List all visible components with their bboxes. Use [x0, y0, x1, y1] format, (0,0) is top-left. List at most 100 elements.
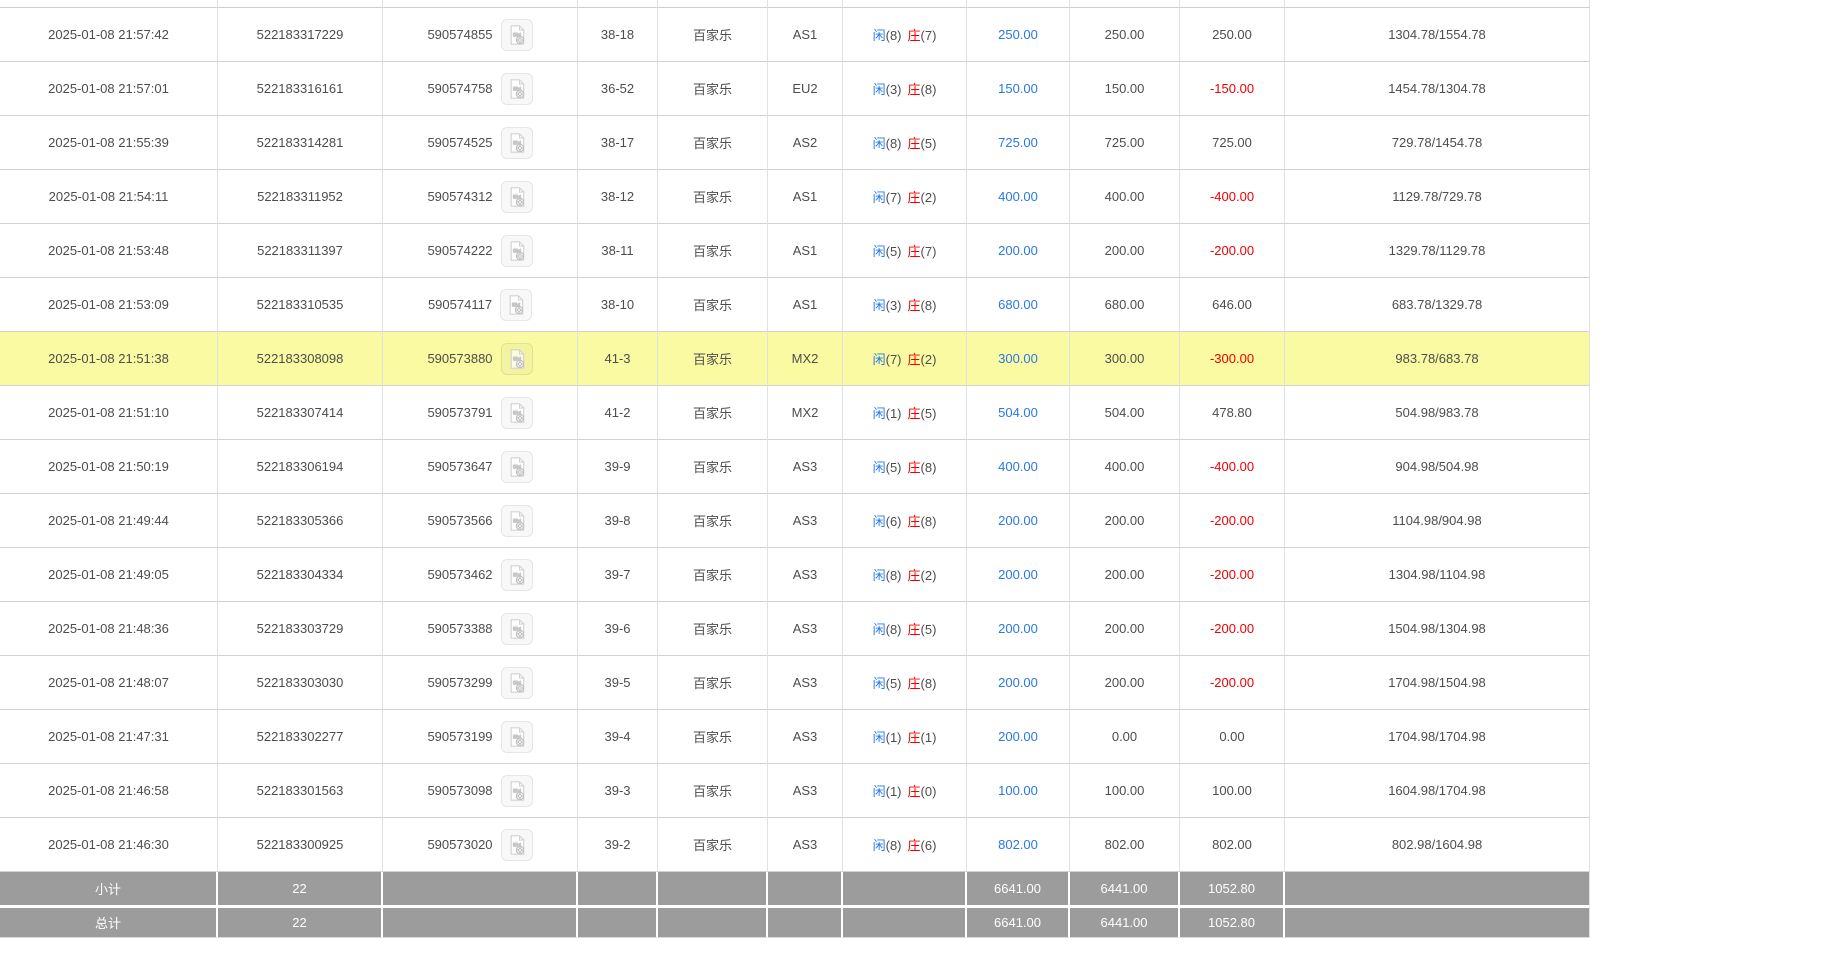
table-row[interactable]: 2025-01-08 21:47:31 522183302277 5905731… [0, 710, 1590, 764]
cell-valid-bet: 200.00 [1070, 656, 1180, 710]
player-points: (3) [886, 82, 902, 97]
table-row[interactable]: 2025-01-08 21:54:11 522183311952 5905743… [0, 170, 1590, 224]
banker-points: (5) [921, 622, 937, 637]
cell-table-code: AS3 [768, 494, 843, 548]
video-file-icon[interactable] [501, 559, 533, 591]
cell-result: 闲(8)庄(5) [843, 602, 967, 656]
banker-label: 庄 [908, 568, 921, 583]
table-row[interactable]: 2025-01-08 21:46:58 522183301563 5905730… [0, 764, 1590, 818]
video-file-icon[interactable] [501, 829, 533, 861]
table-row[interactable]: 2025-01-08 21:50:19 522183306194 5905736… [0, 440, 1590, 494]
video-file-icon[interactable] [501, 667, 533, 699]
table-row[interactable]: 2025-01-08 21:57:01 522183316161 5905747… [0, 62, 1590, 116]
cell-bet-time: 2025-01-08 21:57:42 [0, 8, 218, 62]
cell-valid-bet: 725.00 [1070, 116, 1180, 170]
video-file-icon[interactable] [501, 19, 533, 51]
cell-result: 闲(8)庄(2) [843, 548, 967, 602]
bet-amount-link[interactable]: 200.00 [998, 243, 1038, 258]
table-row[interactable]: 2025-01-08 21:48:07 522183303030 5905732… [0, 656, 1590, 710]
cell-bet-amount: 400.00 [967, 170, 1070, 224]
video-file-icon[interactable] [501, 451, 533, 483]
table-row[interactable]: 2025-01-08 21:51:38 522183308098 5905738… [0, 332, 1590, 386]
table-row[interactable]: 2025-01-08 21:53:48 522183311397 5905742… [0, 224, 1590, 278]
cell-round: 39-6 [578, 602, 658, 656]
banker-label: 庄 [908, 406, 921, 421]
video-file-icon[interactable] [500, 289, 532, 321]
cell-round: 38-18 [578, 8, 658, 62]
cell-result: 闲(6)庄(8) [843, 494, 967, 548]
bet-amount-link[interactable]: 400.00 [998, 189, 1038, 204]
player-points: (1) [886, 406, 902, 421]
video-file-icon[interactable] [501, 721, 533, 753]
cell-game-name: 百家乐 [658, 602, 768, 656]
cell-round: 39-9 [578, 440, 658, 494]
banker-label: 庄 [908, 82, 921, 97]
bet-amount-link[interactable]: 802.00 [998, 837, 1038, 852]
empty-cell [1285, 905, 1590, 938]
bet-amount-link[interactable]: 200.00 [998, 567, 1038, 582]
video-file-icon[interactable] [501, 181, 533, 213]
cell-result: 闲(1)庄(5) [843, 386, 967, 440]
bet-amount-link[interactable]: 725.00 [998, 135, 1038, 150]
banker-label: 庄 [908, 28, 921, 43]
banker-label: 庄 [908, 460, 921, 475]
banker-label: 庄 [908, 784, 921, 799]
cell-order-id: 522183311397 [218, 224, 383, 278]
banker-points: (7) [921, 244, 937, 259]
table-row[interactable]: 2025-01-08 21:55:39 522183314281 5905745… [0, 116, 1590, 170]
table-row[interactable]: 2025-01-08 21:49:44 522183305366 5905735… [0, 494, 1590, 548]
bet-records-table: 2025-01-08 21:57:42 522183317229 5905748… [0, 0, 1590, 938]
bet-amount-link[interactable]: 100.00 [998, 783, 1038, 798]
cell-order-id: 522183300925 [218, 818, 383, 872]
player-points: (8) [886, 568, 902, 583]
bet-amount-link[interactable]: 200.00 [998, 729, 1038, 744]
cell-result: 闲(3)庄(8) [843, 62, 967, 116]
bet-amount-link[interactable]: 200.00 [998, 513, 1038, 528]
game-id-text: 590573299 [427, 675, 492, 690]
cell-result: 闲(5)庄(8) [843, 440, 967, 494]
table-row[interactable]: 2025-01-08 21:48:36 522183303729 5905733… [0, 602, 1590, 656]
bet-amount-link[interactable]: 680.00 [998, 297, 1038, 312]
cell-game-name: 百家乐 [658, 656, 768, 710]
cell-bet-time: 2025-01-08 21:51:38 [0, 332, 218, 386]
cell-valid-bet: 200.00 [1070, 224, 1180, 278]
game-id-text: 590573880 [427, 351, 492, 366]
video-file-icon[interactable] [501, 397, 533, 429]
table-row[interactable]: 2025-01-08 21:49:05 522183304334 5905734… [0, 548, 1590, 602]
empty-cell [1285, 872, 1590, 905]
video-file-icon[interactable] [501, 127, 533, 159]
banker-label: 庄 [908, 136, 921, 151]
cell-table-code: EU2 [768, 62, 843, 116]
bet-amount-link[interactable]: 300.00 [998, 351, 1038, 366]
bet-amount-link[interactable]: 150.00 [998, 81, 1038, 96]
cell-bet-amount: 150.00 [967, 62, 1070, 116]
player-label: 闲 [873, 298, 886, 313]
bet-amount-link[interactable]: 200.00 [998, 621, 1038, 636]
video-file-icon[interactable] [501, 775, 533, 807]
bet-amount-link[interactable]: 504.00 [998, 405, 1038, 420]
table-row[interactable]: 2025-01-08 21:46:30 522183300925 5905730… [0, 818, 1590, 872]
table-row[interactable]: 2025-01-08 21:51:10 522183307414 5905737… [0, 386, 1590, 440]
cell-bet-time: 2025-01-08 21:54:11 [0, 170, 218, 224]
cell-bet-amount: 200.00 [967, 224, 1070, 278]
video-file-icon[interactable] [501, 505, 533, 537]
video-file-icon[interactable] [501, 343, 533, 375]
video-file-icon[interactable] [501, 73, 533, 105]
cell-winloss: 802.00 [1180, 818, 1285, 872]
cell-winloss: -400.00 [1180, 440, 1285, 494]
cell-winloss: 0.00 [1180, 710, 1285, 764]
cell-bet-amount: 200.00 [967, 494, 1070, 548]
table-row[interactable]: 2025-01-08 21:53:09 522183310535 5905741… [0, 278, 1590, 332]
cell-balance: 504.98/983.78 [1285, 386, 1590, 440]
banker-points: (1) [921, 730, 937, 745]
table-body: 2025-01-08 21:57:42 522183317229 5905748… [0, 0, 1590, 938]
player-points: (5) [886, 244, 902, 259]
cell-balance: 1304.78/1554.78 [1285, 8, 1590, 62]
cell-balance: 802.98/1604.98 [1285, 818, 1590, 872]
bet-amount-link[interactable]: 250.00 [998, 27, 1038, 42]
bet-amount-link[interactable]: 400.00 [998, 459, 1038, 474]
video-file-icon[interactable] [501, 235, 533, 267]
table-row[interactable]: 2025-01-08 21:57:42 522183317229 5905748… [0, 8, 1590, 62]
bet-amount-link[interactable]: 200.00 [998, 675, 1038, 690]
video-file-icon[interactable] [501, 613, 533, 645]
